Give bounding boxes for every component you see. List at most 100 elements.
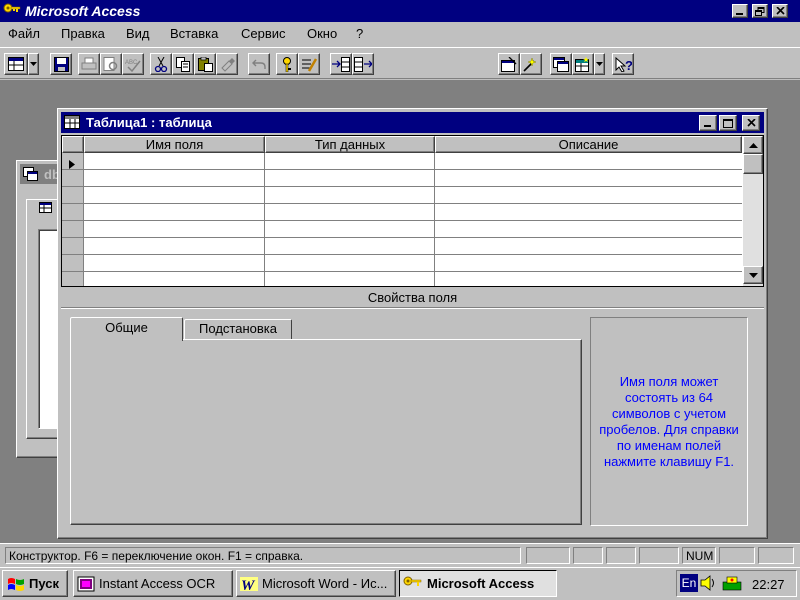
scroll-up-button[interactable] [743, 136, 763, 154]
row-line [62, 254, 742, 255]
delete-row-button[interactable] [352, 53, 374, 75]
new-object-icon [575, 56, 589, 72]
properties-icon [501, 56, 517, 72]
minimize-button[interactable] [732, 4, 748, 18]
field-properties-tab-panel [70, 339, 582, 525]
menu-help[interactable]: ? [356, 25, 363, 43]
column-header-field-name[interactable]: Имя поля [84, 136, 265, 153]
print-preview-icon [103, 56, 118, 71]
indexes-button[interactable] [298, 53, 320, 75]
table-close-button[interactable] [742, 115, 760, 131]
table-design-window[interactable]: Таблица1 : таблица Имя поля Тип данных О… [57, 108, 768, 539]
row-line [62, 271, 742, 272]
indexes-icon [302, 57, 317, 72]
field-properties-divider [61, 308, 764, 309]
menu-view[interactable]: Вид [126, 25, 150, 43]
restore-icon [755, 6, 765, 16]
field-design-grid[interactable]: Имя поля Тип данных Описание [61, 135, 764, 287]
scroll-thumb[interactable] [743, 154, 763, 174]
save-button[interactable] [50, 53, 72, 75]
insert-row-button[interactable] [330, 53, 352, 75]
scroll-down-icon [748, 272, 758, 278]
svg-text:W: W [241, 578, 256, 592]
column-header-description[interactable]: Описание [435, 136, 742, 153]
row-line [62, 203, 742, 204]
build-icon [523, 56, 537, 72]
undo-button[interactable] [248, 53, 270, 75]
status-panel-4 [639, 547, 679, 564]
spelling-icon: ABC [125, 60, 141, 72]
insert-row-icon [332, 56, 350, 72]
menu-edit[interactable]: Правка [61, 25, 105, 43]
menu-window[interactable]: Окно [307, 25, 337, 43]
primary-key-button[interactable] [276, 53, 298, 75]
language-indicator[interactable]: En [680, 574, 698, 592]
grid-vertical-scrollbar[interactable] [743, 136, 763, 286]
app-title: Microsoft Access [25, 3, 141, 19]
database-icon [23, 167, 39, 184]
taskbar-button-word[interactable]: W Microsoft Word - Ис... [236, 570, 396, 597]
clock[interactable]: 22:27 [752, 577, 785, 592]
taskbar-button-ocr[interactable]: Instant Access OCR [73, 570, 233, 597]
volume-icon[interactable] [700, 575, 718, 594]
column-header-data-type[interactable]: Тип данных [265, 136, 435, 153]
restore-button[interactable] [752, 4, 768, 18]
copy-icon [175, 56, 190, 72]
dropdown-arrow-icon [30, 62, 37, 66]
table-minimize-button[interactable] [699, 115, 717, 131]
menu-insert[interactable]: Вставка [170, 25, 218, 43]
status-num-indicator: NUM [682, 547, 716, 564]
primary-key-icon [283, 56, 291, 72]
windows-logo-icon [8, 577, 24, 591]
new-object-dropdown-button[interactable] [594, 53, 605, 75]
save-icon [53, 56, 69, 72]
table-icon [64, 115, 80, 132]
view-dropdown-button[interactable] [28, 53, 39, 75]
properties-button[interactable] [498, 53, 520, 75]
minimize-icon [736, 13, 743, 15]
close-icon [775, 7, 785, 15]
field-help-text: Имя поля может состоять из 64 символов с… [599, 373, 739, 469]
table-window-title: Таблица1 : таблица [86, 115, 212, 130]
close-icon [746, 119, 756, 127]
tab-lookup[interactable]: Подстановка [184, 319, 292, 339]
field-help-panel: Имя поля может состоять из 64 символов с… [590, 317, 748, 526]
print-button[interactable] [78, 53, 100, 75]
scroll-down-button[interactable] [743, 266, 763, 284]
row-line [62, 237, 742, 238]
dropdown-arrow-icon [596, 62, 603, 66]
help-icon: ? [615, 56, 632, 72]
grid-corner-cell [62, 136, 84, 153]
start-button[interactable]: Пуск [2, 570, 68, 597]
format-painter-button[interactable] [216, 53, 238, 75]
database-window-icon [553, 56, 569, 72]
tab-general[interactable]: Общие [70, 317, 183, 341]
tray-app-icon[interactable] [722, 575, 742, 594]
grid-rows[interactable] [62, 153, 742, 286]
svg-text:?: ? [625, 58, 632, 72]
format-painter-icon [220, 57, 235, 72]
view-button[interactable] [4, 53, 28, 75]
access-key-icon[interactable] [3, 3, 21, 19]
spelling-button[interactable]: ABC [122, 53, 144, 75]
paste-button[interactable] [194, 53, 216, 75]
status-panel-6 [758, 547, 794, 564]
menu-tools[interactable]: Сервис [241, 25, 286, 43]
cut-button[interactable] [150, 53, 172, 75]
menu-file[interactable]: Файл [8, 25, 40, 43]
column-line [434, 153, 435, 286]
table-maximize-button[interactable] [719, 115, 737, 131]
cut-icon [154, 56, 168, 72]
new-object-button[interactable] [572, 53, 594, 75]
database-window-button[interactable] [550, 53, 572, 75]
taskbar-button-access[interactable]: Microsoft Access [399, 570, 557, 597]
copy-button[interactable] [172, 53, 194, 75]
close-button[interactable] [772, 4, 788, 18]
status-panel-2 [573, 547, 603, 564]
status-bar-text: Конструктор. F6 = переключение окон. F1 … [5, 547, 521, 564]
help-button[interactable]: ? [612, 53, 634, 75]
app-title-bar[interactable]: Microsoft Access [0, 0, 800, 22]
table-window-title-bar[interactable]: Таблица1 : таблица [61, 112, 764, 133]
build-button[interactable] [520, 53, 542, 75]
print-preview-button[interactable] [100, 53, 122, 75]
